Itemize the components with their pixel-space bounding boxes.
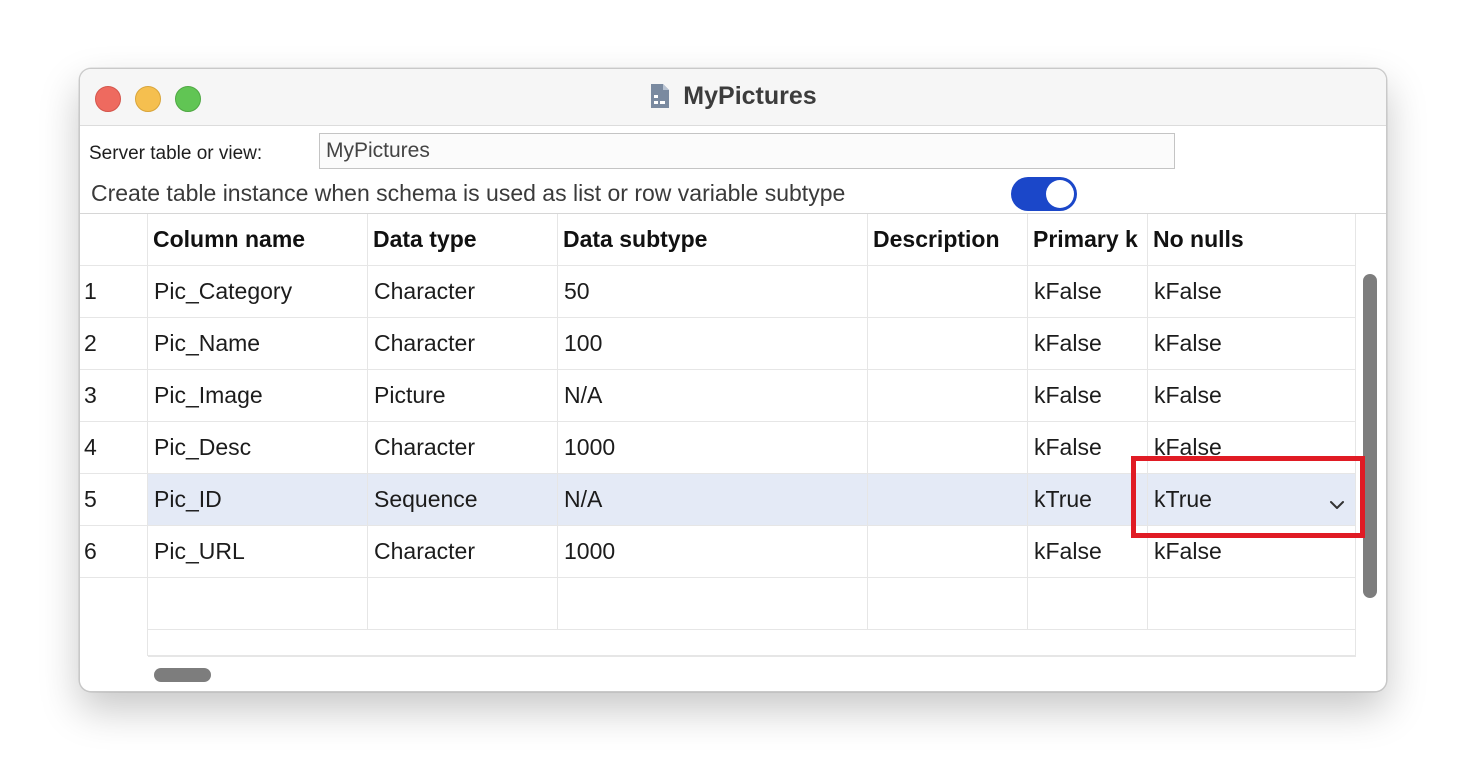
row-number: 6: [80, 526, 148, 578]
table-row[interactable]: 1 Pic_Category Character 50 kFalse kFals…: [80, 266, 1356, 318]
create-instance-toggle[interactable]: [1011, 177, 1077, 211]
header-no-nulls[interactable]: No nulls: [1148, 214, 1356, 266]
cell-column-name[interactable]: Pic_Desc: [148, 422, 368, 474]
cell-column-name[interactable]: Pic_ID: [148, 474, 368, 526]
chevron-down-icon[interactable]: [1329, 492, 1345, 509]
filler-cell: [80, 630, 148, 656]
row-number: 3: [80, 370, 148, 422]
empty-new-row[interactable]: [80, 578, 1356, 630]
cell-primary-key[interactable]: kFalse: [1028, 422, 1148, 474]
table-row[interactable]: 2 Pic_Name Character 100 kFalse kFalse: [80, 318, 1356, 370]
no-nulls-dropdown-value: kTrue: [1154, 486, 1212, 512]
empty-row-number: [80, 578, 148, 630]
cell-column-name[interactable]: Pic_URL: [148, 526, 368, 578]
cell-primary-key[interactable]: kFalse: [1028, 266, 1148, 318]
cell-primary-key[interactable]: kFalse: [1028, 370, 1148, 422]
empty-cell[interactable]: [148, 578, 368, 630]
window-title: MyPictures: [683, 81, 817, 110]
empty-cell[interactable]: [558, 578, 868, 630]
cell-data-type[interactable]: Sequence: [368, 474, 558, 526]
row-number: 4: [80, 422, 148, 474]
header-column-name[interactable]: Column name: [148, 214, 368, 266]
empty-cell[interactable]: [1148, 578, 1356, 630]
cell-description[interactable]: [868, 370, 1028, 422]
horizontal-scroll-thumb[interactable]: [154, 668, 211, 682]
row-number: 1: [80, 266, 148, 318]
cell-primary-key[interactable]: kTrue: [1028, 474, 1148, 526]
document-table-icon: [649, 82, 671, 110]
cell-data-subtype[interactable]: N/A: [558, 370, 868, 422]
empty-cell[interactable]: [868, 578, 1028, 630]
window: MyPictures Server table or view: MyPictu…: [79, 68, 1387, 692]
header-data-subtype[interactable]: Data subtype: [558, 214, 868, 266]
cell-no-nulls[interactable]: kFalse: [1148, 526, 1356, 578]
cell-no-nulls[interactable]: kFalse: [1148, 318, 1356, 370]
vertical-scroll-thumb[interactable]: [1363, 274, 1377, 598]
row-number: 2: [80, 318, 148, 370]
cell-no-nulls[interactable]: kFalse: [1148, 370, 1356, 422]
cell-column-name[interactable]: Pic_Category: [148, 266, 368, 318]
cell-data-subtype[interactable]: N/A: [558, 474, 868, 526]
cell-description[interactable]: [868, 526, 1028, 578]
empty-cell[interactable]: [368, 578, 558, 630]
create-instance-label: Create table instance when schema is use…: [91, 180, 846, 206]
table-row-selected[interactable]: 5 Pic_ID Sequence N/A kTrue kTrue: [80, 474, 1356, 526]
cell-data-type[interactable]: Picture: [368, 370, 558, 422]
table-row[interactable]: 4 Pic_Desc Character 1000 kFalse kFalse: [80, 422, 1356, 474]
cell-primary-key[interactable]: kFalse: [1028, 526, 1148, 578]
cell-description[interactable]: [868, 318, 1028, 370]
cell-column-name[interactable]: Pic_Image: [148, 370, 368, 422]
cell-data-subtype[interactable]: 50: [558, 266, 868, 318]
title-bar[interactable]: MyPictures: [80, 69, 1386, 126]
filler-cell: [148, 630, 1356, 656]
cell-no-nulls[interactable]: kFalse: [1148, 422, 1356, 474]
header-description[interactable]: Description: [868, 214, 1028, 266]
empty-cell[interactable]: [1028, 578, 1148, 630]
server-table-label: Server table or view:: [89, 143, 263, 164]
no-nulls-dropdown[interactable]: kTrue: [1148, 474, 1356, 526]
cell-description[interactable]: [868, 474, 1028, 526]
cell-data-subtype[interactable]: 1000: [558, 526, 868, 578]
toggle-knob: [1046, 180, 1074, 208]
server-table-input[interactable]: MyPictures: [319, 133, 1175, 169]
cell-no-nulls[interactable]: kFalse: [1148, 266, 1356, 318]
cell-data-type[interactable]: Character: [368, 422, 558, 474]
cell-data-type[interactable]: Character: [368, 526, 558, 578]
cell-data-type[interactable]: Character: [368, 266, 558, 318]
header-data-type[interactable]: Data type: [368, 214, 558, 266]
header-row-number: [80, 214, 148, 266]
cell-description[interactable]: [868, 422, 1028, 474]
table-row[interactable]: 6 Pic_URL Character 1000 kFalse kFalse: [80, 526, 1356, 578]
server-table-value: MyPictures: [326, 139, 430, 162]
cell-data-type[interactable]: Character: [368, 318, 558, 370]
cell-description[interactable]: [868, 266, 1028, 318]
cell-data-subtype[interactable]: 100: [558, 318, 868, 370]
cell-primary-key[interactable]: kFalse: [1028, 318, 1148, 370]
schema-properties: Server table or view: MyPictures Create …: [80, 126, 1386, 213]
grid-filler: [80, 630, 1356, 656]
row-number: 5: [80, 474, 148, 526]
cell-column-name[interactable]: Pic_Name: [148, 318, 368, 370]
cell-data-subtype[interactable]: 1000: [558, 422, 868, 474]
header-primary-key[interactable]: Primary k: [1028, 214, 1148, 266]
table-row[interactable]: 3 Pic_Image Picture N/A kFalse kFalse: [80, 370, 1356, 422]
columns-grid: Column name Data type Data subtype Descr…: [80, 213, 1386, 691]
horizontal-scrollbar[interactable]: [148, 656, 1356, 691]
grid-header-row: Column name Data type Data subtype Descr…: [80, 214, 1356, 266]
